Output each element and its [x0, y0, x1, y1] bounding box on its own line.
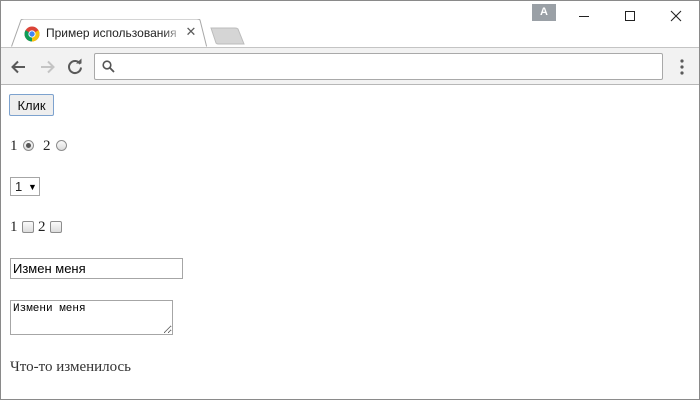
new-tab-button[interactable]: [209, 27, 245, 45]
close-window-button[interactable]: [653, 1, 699, 31]
radio-1[interactable]: [23, 140, 34, 151]
back-arrow-icon: [11, 60, 25, 74]
minimize-icon: [579, 16, 589, 17]
minimize-button[interactable]: [561, 1, 607, 31]
maximize-icon: [625, 11, 635, 21]
back-button[interactable]: [9, 57, 29, 77]
close-icon: [670, 10, 682, 22]
address-input[interactable]: [121, 57, 651, 76]
checkbox-label-2: 2: [38, 219, 46, 235]
radio-label-2: 2: [43, 138, 51, 154]
three-dots-menu-icon: [680, 59, 684, 75]
title-bar: Пример использования ✕ A: [1, 1, 699, 48]
checkbox-1[interactable]: [22, 221, 34, 233]
browser-window: Пример использования ✕ A Клик 1 2 1 ▼ 1 …: [0, 0, 700, 400]
address-bar[interactable]: [94, 53, 663, 80]
tab-title: Пример использования: [46, 26, 177, 40]
radio-2[interactable]: [56, 140, 67, 151]
forward-arrow-icon: [41, 60, 55, 74]
browser-menu-button[interactable]: [673, 57, 691, 77]
select-value: 1: [15, 179, 23, 194]
page-content: Клик 1 2 1 ▼ 1 2 Измени меня Что-то изме…: [1, 85, 699, 399]
browser-tab-active[interactable]: Пример использования ✕: [11, 19, 207, 48]
reload-icon: [68, 58, 82, 74]
maximize-button[interactable]: [607, 1, 653, 31]
text-input[interactable]: [10, 258, 183, 279]
search-icon: [102, 60, 115, 73]
status-text: Что-то изменилось: [10, 359, 132, 375]
reload-button[interactable]: [65, 57, 85, 77]
profile-badge[interactable]: A: [532, 4, 556, 21]
browser-toolbar: [1, 47, 699, 85]
checkbox-label-1: 1: [10, 219, 18, 235]
textarea[interactable]: Измени меня: [10, 300, 173, 335]
tab-close-icon[interactable]: ✕: [184, 25, 198, 39]
radio-label-1: 1: [10, 138, 18, 154]
dropdown-arrow-icon: ▼: [28, 182, 37, 192]
forward-button[interactable]: [37, 57, 57, 77]
chrome-favicon-icon: [24, 26, 40, 42]
click-button[interactable]: Клик: [9, 94, 54, 116]
number-select[interactable]: 1 ▼: [10, 177, 40, 196]
checkbox-2[interactable]: [50, 221, 62, 233]
